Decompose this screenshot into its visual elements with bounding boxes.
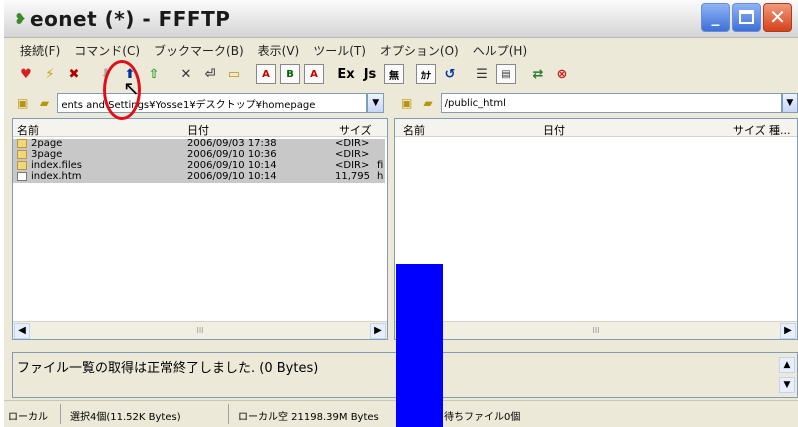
remote-horizontal-scrollbar[interactable]: ◀ III ▶ [395,321,797,339]
mouse-pointer-icon: ↖ [123,76,140,100]
kanji-euc-icon[interactable]: Ex [336,64,356,84]
kana-convert-icon[interactable]: ｶﾅ [416,64,436,84]
remote-path-input[interactable]: /public_html [440,93,782,113]
list-view-icon[interactable]: ☰ [472,64,492,84]
scroll-left-icon[interactable]: ◀ [14,323,30,339]
connect-icon[interactable]: ♥ [16,64,36,84]
scroll-down-icon[interactable]: ▼ [779,377,795,393]
file-size: 11,795 [335,171,370,182]
menu-tools[interactable]: ツール(T) [307,40,374,60]
kanji-jis-icon[interactable]: Js [360,64,380,84]
local-col-date[interactable]: 日付 [187,122,209,138]
up-folder-icon[interactable]: ⇧ [144,64,164,84]
remote-path-bar: ▣ ▰ /public_html ▼ [398,92,798,114]
menu-view[interactable]: 表示(V) [252,40,308,60]
local-file-list[interactable]: 名前 日付 サイズ 2page 2006/09/03 17:38 <DIR> 3pag… [12,118,388,340]
remote-column-header: 名前 日付 サイズ 種... [395,119,797,137]
remote-up-folder-icon[interactable]: ▣ [398,95,415,111]
quick-connect-icon[interactable]: ⚡ [40,64,60,84]
status-mode: ローカル [8,412,48,423]
stop-icon[interactable]: ⊗ [552,64,572,84]
status-queue: 待ちファイル0個 [444,412,521,423]
binary-mode-icon[interactable]: B [280,64,300,84]
table-row[interactable]: index.htm 2006/09/10 10:14 11,795 h [13,171,385,183]
remote-file-list[interactable]: 名前 日付 サイズ 種... ◀ III ▶ [394,118,798,340]
local-column-header: 名前 日付 サイズ [13,119,387,137]
local-col-size[interactable]: サイズ [339,122,372,138]
maximize-button[interactable] [732,3,761,32]
scroll-right-icon[interactable]: ▶ [780,323,796,339]
file-icon [17,172,27,181]
delete-icon[interactable]: ✕ [176,64,196,84]
remote-col-size[interactable]: サイズ [733,122,766,138]
rename-icon[interactable]: ⏎ [200,64,220,84]
refresh-icon[interactable]: ↺ [440,64,460,84]
local-horizontal-scrollbar[interactable]: ◀ III ▶ [13,321,387,339]
remote-col-name[interactable]: 名前 [403,122,425,138]
log-message: ファイル一覧の取得は正常終了しました. (0 Bytes) [17,361,319,376]
ffftp-app-icon: ❥ [14,10,27,28]
scroll-right-icon[interactable]: ▶ [370,323,386,339]
file-date: 2006/09/10 10:14 [187,160,277,171]
menu-connect[interactable]: 接続(F) [14,40,68,60]
remote-path-dropdown[interactable]: ▼ [781,93,798,113]
close-button[interactable]: ✕ [763,3,792,32]
detail-view-icon[interactable]: ▤ [496,64,516,84]
maximize-icon [739,9,754,24]
file-date: 2006/09/10 10:14 [187,171,277,182]
local-up-folder-icon[interactable]: ▣ [14,95,32,111]
folder-icon [17,150,27,159]
minimize-button[interactable]: _ [701,3,730,32]
local-open-folder-icon[interactable]: ▰ [36,95,54,111]
file-date: 2006/09/10 10:36 [187,149,277,160]
local-rows: 2page 2006/09/03 17:38 <DIR> 3page 2006/09/1… [13,138,387,183]
disconnect-icon[interactable]: ✖ [64,64,84,84]
file-name: 2page [31,138,63,149]
local-path-dropdown[interactable]: ▼ [367,93,384,113]
menu-bookmark[interactable]: ブックマーク(B) [148,40,252,60]
status-local-free: ローカル空 21198.39M Bytes [238,412,379,423]
title-bar[interactable]: ❥ eonet (*) - FFFTP _ ✕ [4,0,798,38]
remote-col-date[interactable]: 日付 [543,122,565,138]
local-col-name[interactable]: 名前 [17,122,39,138]
folder-icon [17,161,27,170]
local-path-bar: ▣ ▰ ents and Settings¥Yosse1¥デスクトップ¥home… [14,92,384,114]
file-name: 3page [31,149,63,160]
menu-options[interactable]: オプション(O) [374,40,467,60]
scroll-up-icon[interactable]: ▲ [779,357,795,373]
menu-help[interactable]: ヘルプ(H) [467,40,535,60]
file-type: fi [377,160,384,171]
menu-bar: 接続(F) コマンド(C) ブックマーク(B) 表示(V) ツール(T) オプシ… [4,40,535,60]
auto-mode-icon[interactable]: A [304,64,324,84]
menu-command[interactable]: コマンド(C) [68,40,148,60]
ascii-mode-icon[interactable]: A [256,64,276,84]
sync-icon[interactable]: ⇄ [528,64,548,84]
file-date: 2006/09/03 17:38 [187,138,277,149]
status-selection: 選択4個(11.52K Bytes) [70,412,181,423]
file-size: <DIR> [335,160,370,171]
status-divider [60,404,61,424]
kanji-none-icon[interactable]: 無 [384,64,404,84]
file-size: <DIR> [335,138,370,149]
new-folder-icon[interactable]: ▭ [224,64,244,84]
file-name: index.files [31,160,82,171]
scroll-thumb[interactable]: III [33,323,367,339]
status-divider [228,404,229,424]
file-name: index.htm [31,171,82,182]
remote-col-type[interactable]: 種... [769,122,791,138]
window-title: eonet (*) - FFFTP [30,7,231,31]
folder-icon [17,139,27,148]
file-type: h [377,171,384,182]
remote-open-folder-icon[interactable]: ▰ [419,95,436,111]
file-size: <DIR> [335,149,370,160]
blue-overlay [396,264,443,427]
scroll-thumb[interactable]: III [415,323,777,339]
